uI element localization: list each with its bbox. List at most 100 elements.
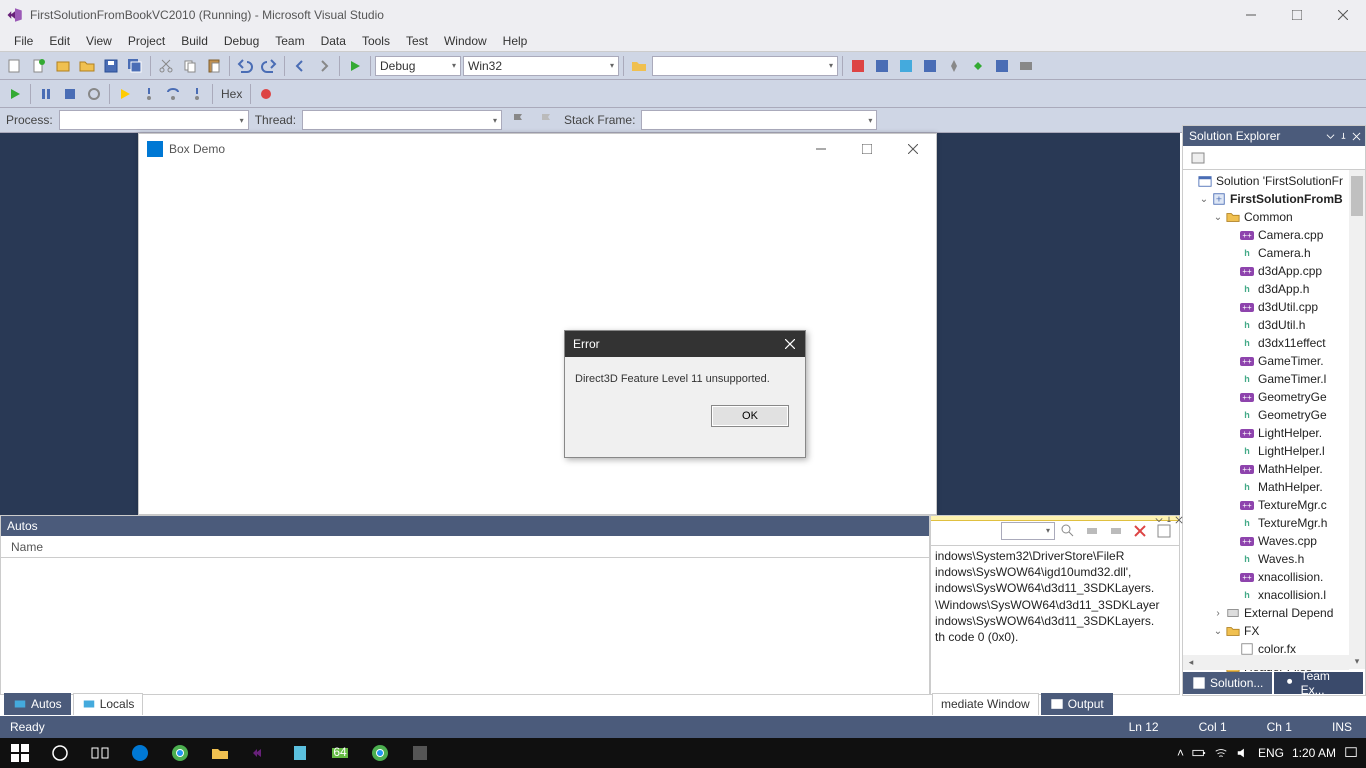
step-out-icon[interactable] bbox=[186, 83, 208, 105]
error-dialog-close[interactable] bbox=[775, 331, 805, 357]
tree-item[interactable]: ++MathHelper. bbox=[1183, 460, 1365, 478]
output-prev-icon[interactable] bbox=[1081, 520, 1103, 542]
step-over-icon[interactable] bbox=[162, 83, 184, 105]
solexp-pin-icon[interactable] bbox=[1339, 132, 1348, 141]
tree-item[interactable]: hd3dApp.h bbox=[1183, 280, 1365, 298]
find-in-files-icon[interactable] bbox=[628, 55, 650, 77]
tb-ext-icon-6[interactable] bbox=[967, 55, 989, 77]
paste-icon[interactable] bbox=[203, 55, 225, 77]
menu-team[interactable]: Team bbox=[267, 31, 312, 51]
window-minimize-button[interactable] bbox=[1228, 0, 1274, 30]
tree-item[interactable]: ›External Depend bbox=[1183, 604, 1365, 622]
x64-icon[interactable]: 64 bbox=[320, 738, 360, 768]
new-project-icon[interactable] bbox=[4, 55, 26, 77]
solution-tree[interactable]: Solution 'FirstSolutionFr⌄+FirstSolution… bbox=[1183, 170, 1365, 678]
cut-icon[interactable] bbox=[155, 55, 177, 77]
tab-locals[interactable]: Locals bbox=[73, 693, 144, 715]
thread-combo[interactable]: ▾ bbox=[302, 110, 502, 130]
panel-menu-icon[interactable] bbox=[1155, 516, 1163, 524]
taskview-icon[interactable] bbox=[80, 738, 120, 768]
tree-item[interactable]: hGameTimer.l bbox=[1183, 370, 1365, 388]
save-all-icon[interactable] bbox=[124, 55, 146, 77]
window-close-button[interactable] bbox=[1320, 0, 1366, 30]
output-find-icon[interactable] bbox=[1057, 520, 1079, 542]
tb-ext-icon-5[interactable] bbox=[943, 55, 965, 77]
volume-icon[interactable] bbox=[1236, 746, 1250, 760]
breakpoint-icon[interactable] bbox=[255, 83, 277, 105]
tab-solution-explorer[interactable]: Solution... bbox=[1183, 672, 1272, 694]
tree-item[interactable]: ⌄+FirstSolutionFromB bbox=[1183, 190, 1365, 208]
lang-indicator[interactable]: ENG bbox=[1258, 746, 1284, 760]
tb-ext-icon-7[interactable] bbox=[991, 55, 1013, 77]
tb-ext-icon-1[interactable] bbox=[847, 55, 869, 77]
box-demo-close[interactable] bbox=[890, 134, 936, 164]
tree-item[interactable]: hxnacollision.l bbox=[1183, 586, 1365, 604]
add-item-icon[interactable] bbox=[52, 55, 74, 77]
tree-item[interactable]: ++xnacollision. bbox=[1183, 568, 1365, 586]
menu-test[interactable]: Test bbox=[398, 31, 436, 51]
redo-icon[interactable] bbox=[258, 55, 280, 77]
start-debug-icon[interactable] bbox=[344, 55, 366, 77]
notepad-icon[interactable] bbox=[280, 738, 320, 768]
tb-ext-icon-4[interactable] bbox=[919, 55, 941, 77]
tab-immediate[interactable]: mediate Window bbox=[932, 693, 1039, 715]
solexp-vscrollbar[interactable]: ▴ ▾ bbox=[1349, 170, 1365, 669]
thread-flag-icon[interactable] bbox=[508, 109, 530, 131]
clock[interactable]: 1:20 AM bbox=[1292, 746, 1336, 760]
tree-item[interactable]: ++LightHelper. bbox=[1183, 424, 1365, 442]
chrome-icon[interactable] bbox=[160, 738, 200, 768]
cortana-icon[interactable] bbox=[40, 738, 80, 768]
find-combo[interactable]: ▾ bbox=[652, 56, 838, 76]
tree-item[interactable]: hCamera.h bbox=[1183, 244, 1365, 262]
edge-icon[interactable] bbox=[120, 738, 160, 768]
tree-item[interactable]: ⌄Common bbox=[1183, 208, 1365, 226]
pause-icon[interactable] bbox=[35, 83, 57, 105]
vs-taskbar-icon[interactable] bbox=[240, 738, 280, 768]
tree-item[interactable]: hd3dUtil.h bbox=[1183, 316, 1365, 334]
solexp-hscrollbar[interactable]: ◂ bbox=[1183, 655, 1349, 670]
solexp-close-icon[interactable] bbox=[1352, 132, 1361, 141]
tree-item[interactable]: ++GameTimer. bbox=[1183, 352, 1365, 370]
nav-back-icon[interactable] bbox=[289, 55, 311, 77]
restart-icon[interactable] bbox=[83, 83, 105, 105]
output-source-combo[interactable]: ▾ bbox=[1001, 522, 1055, 540]
tree-item[interactable]: hTextureMgr.h bbox=[1183, 514, 1365, 532]
show-next-icon[interactable] bbox=[114, 83, 136, 105]
menu-debug[interactable]: Debug bbox=[216, 31, 267, 51]
process-combo[interactable]: ▾ bbox=[59, 110, 249, 130]
tab-team-explorer[interactable]: Team Ex... bbox=[1274, 672, 1363, 694]
solexp-home-icon[interactable] bbox=[1187, 147, 1209, 169]
undo-icon[interactable] bbox=[234, 55, 256, 77]
tree-item[interactable]: hd3dx11effect bbox=[1183, 334, 1365, 352]
config-combo[interactable]: Debug▾ bbox=[375, 56, 461, 76]
tree-item[interactable]: hMathHelper. bbox=[1183, 478, 1365, 496]
thread-flag2-icon[interactable] bbox=[536, 109, 558, 131]
tree-item[interactable]: hLightHelper.l bbox=[1183, 442, 1365, 460]
continue-icon[interactable] bbox=[4, 83, 26, 105]
menu-data[interactable]: Data bbox=[313, 31, 354, 51]
step-into-icon[interactable] bbox=[138, 83, 160, 105]
tree-item[interactable]: ++GeometryGe bbox=[1183, 388, 1365, 406]
tree-item[interactable]: ++d3dUtil.cpp bbox=[1183, 298, 1365, 316]
open-file-icon[interactable] bbox=[76, 55, 98, 77]
stackframe-combo[interactable]: ▾ bbox=[641, 110, 877, 130]
tree-item[interactable]: ++Camera.cpp bbox=[1183, 226, 1365, 244]
tree-item[interactable]: hWaves.h bbox=[1183, 550, 1365, 568]
tab-output[interactable]: Output bbox=[1041, 693, 1113, 715]
menu-build[interactable]: Build bbox=[173, 31, 216, 51]
wifi-icon[interactable] bbox=[1214, 746, 1228, 760]
hex-label[interactable]: Hex bbox=[217, 87, 246, 101]
box-demo-minimize[interactable] bbox=[798, 134, 844, 164]
tree-item[interactable]: ++TextureMgr.c bbox=[1183, 496, 1365, 514]
tree-item[interactable]: Solution 'FirstSolutionFr bbox=[1183, 172, 1365, 190]
explorer-icon[interactable] bbox=[200, 738, 240, 768]
panel-pin-icon[interactable] bbox=[1165, 516, 1173, 524]
tree-item[interactable]: ++Waves.cpp bbox=[1183, 532, 1365, 550]
battery-icon[interactable] bbox=[1192, 746, 1206, 760]
copy-icon[interactable] bbox=[179, 55, 201, 77]
stop-icon[interactable] bbox=[59, 83, 81, 105]
tree-item[interactable]: ⌄FX bbox=[1183, 622, 1365, 640]
error-ok-button[interactable]: OK bbox=[711, 405, 789, 427]
tree-item[interactable]: ++d3dApp.cpp bbox=[1183, 262, 1365, 280]
menu-window[interactable]: Window bbox=[436, 31, 495, 51]
